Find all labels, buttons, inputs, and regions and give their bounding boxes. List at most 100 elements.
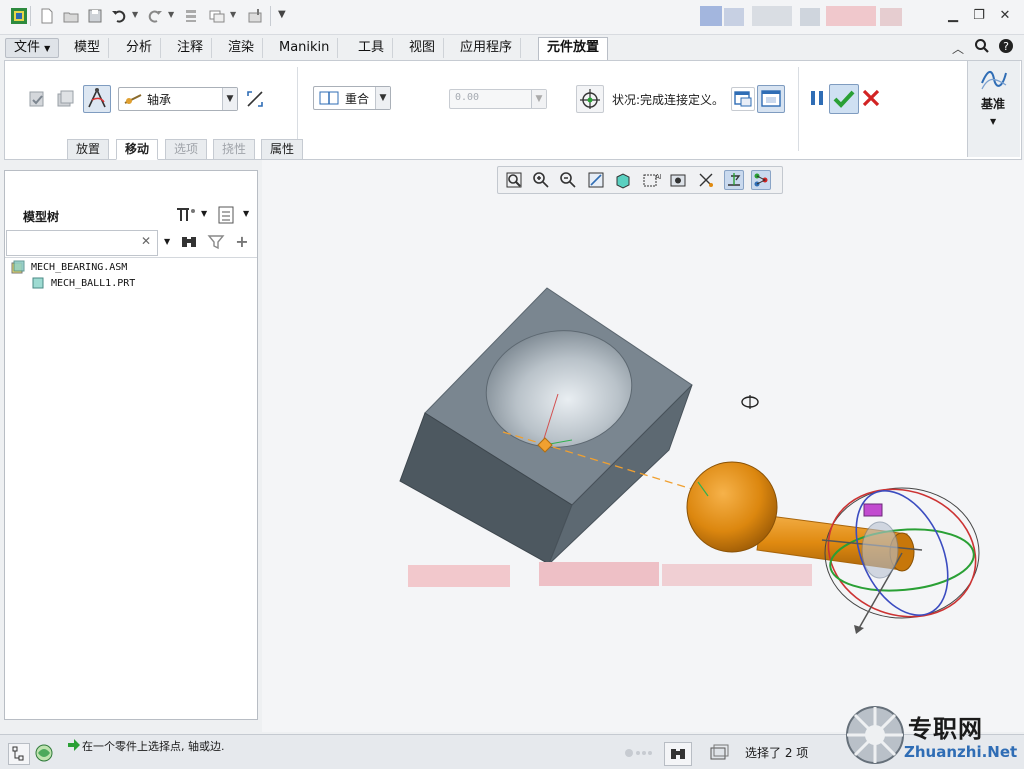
datum-group[interactable]: 基准 ▼ [967,61,1020,157]
tab-tools[interactable]: 工具 [350,38,394,58]
display-style-icon[interactable] [613,170,633,190]
bearing-icon [124,94,142,104]
help-icon[interactable]: ? [998,38,1014,54]
bearing-block[interactable] [399,287,693,565]
windows-icon[interactable] [208,7,226,25]
saved-orientations-icon[interactable]: AB [641,170,665,190]
zoom-in-icon[interactable] [531,170,551,190]
add-icon[interactable]: + [233,233,251,251]
title-blur [700,6,722,26]
show-options-icon[interactable] [215,205,237,225]
collapse-ribbon-icon[interactable]: ︿ [952,40,964,57]
close-window-icon[interactable] [246,7,264,25]
close-icon [862,89,880,107]
undo-icon[interactable] [110,7,128,25]
graphics-window[interactable] [262,160,1024,732]
binoculars-icon [671,749,685,759]
divider [30,6,31,26]
chevron-down-icon[interactable]: ▼ [222,88,237,110]
save-icon[interactable] [86,7,104,25]
windows-dropdown-icon[interactable]: ▼ [230,10,236,19]
coincident-icon [319,91,339,105]
tab-manikin[interactable]: Manikin [271,38,339,58]
browser-toggle-icon[interactable] [34,743,54,763]
tab-file[interactable]: 文件 ▼ [5,38,60,58]
subtab-move[interactable]: 移动 [116,139,159,160]
clear-search-icon[interactable]: ✕ [141,234,151,248]
view-manager-icon[interactable] [668,170,688,190]
tab-annotate[interactable]: 注释 [169,38,213,58]
refit-icon[interactable] [504,170,524,190]
minimize-icon[interactable]: ▁ [944,8,962,24]
status-message: 在一个零件上选择点, 轴或边. [82,740,225,753]
undo-dropdown-icon[interactable]: ▼ [132,10,138,19]
find-button[interactable] [664,742,692,766]
constraint-type-dropdown[interactable]: 重合 ▼ [313,86,391,110]
svg-text:?: ? [1003,40,1009,53]
chevron-down-icon[interactable]: ▼ [243,209,249,218]
tab-applications[interactable]: 应用程序 [452,38,522,58]
svg-text:AB: AB [655,173,661,181]
restore-icon[interactable]: ❐ [970,8,988,24]
subtab-placement[interactable]: 放置 [67,139,110,160]
rigid-icon[interactable] [53,87,77,111]
tab-analysis[interactable]: 分析 [118,38,162,58]
selection-filter-icon[interactable] [702,742,736,764]
ribbon-tab-row: 文件 ▼ 模型 分析 注释 渲染 Manikin 工具 视图 应用程序 元件放置… [0,36,1024,61]
watermark-text-cn: 专职网 [908,715,983,743]
title-bar: ▼ ▼ ▼ ▼ ▁ ❐ ✕ [0,0,1024,35]
tree-item-assembly[interactable]: MECH_BEARING.ASM [11,260,211,276]
placement-status-icon[interactable] [576,85,604,113]
repaint-icon[interactable] [586,170,606,190]
redo-icon[interactable] [146,7,164,25]
title-blur [826,6,876,26]
search-input[interactable]: ✕ [6,230,158,256]
connection-type-dropdown[interactable]: 轴承 ▼ [118,87,238,111]
cancel-button[interactable] [860,87,882,109]
chevron-down-icon[interactable]: ▼ [375,87,390,109]
close-icon[interactable]: ✕ [996,8,1014,24]
constraint-type-value: 重合 [345,92,370,106]
flip-direction-icon[interactable] [243,87,267,111]
pause-icon[interactable] [806,87,828,109]
user-defined-icon[interactable] [25,87,49,111]
tab-component-placement[interactable]: 元件放置 [538,37,609,61]
open-folder-icon[interactable] [62,7,80,25]
part-icon [32,277,44,289]
annotation-display-icon[interactable] [751,170,771,190]
subtab-flexibility[interactable]: 挠性 [213,139,256,160]
tree-item-part[interactable]: MECH_BALL1.PRT [31,276,231,292]
tab-model[interactable]: 模型 [66,38,110,58]
separate-window-icon[interactable] [731,87,755,111]
new-file-icon[interactable] [38,7,56,25]
tab-render[interactable]: 渲染 [220,38,264,58]
subtab-options[interactable]: 选项 [165,139,208,160]
search-icon[interactable] [974,38,990,54]
datum-display-icon[interactable] [696,170,716,190]
filter-icon[interactable] [207,233,225,251]
customize-qat-icon[interactable]: ▼ [278,9,286,20]
main-window-icon[interactable] [757,85,785,113]
zoom-out-icon[interactable] [558,170,578,190]
blur-artifact [408,565,510,587]
app-logo-icon[interactable] [10,7,28,25]
redo-dropdown-icon[interactable]: ▼ [168,10,174,19]
spin-center-icon[interactable] [724,170,744,190]
find-icon[interactable] [179,233,199,251]
chevron-down-icon[interactable]: ▼ [990,117,996,126]
offset-input[interactable]: 0.00 ▼ [449,89,547,109]
subtab-properties[interactable]: 属性 [261,139,304,160]
regenerate-icon[interactable] [182,7,200,25]
confirm-button[interactable] [829,84,859,114]
navigator-toggle-icon[interactable] [8,743,30,765]
chevron-down-icon[interactable]: ▼ [164,237,170,246]
tree-settings-icon[interactable] [173,205,197,225]
connection-toggle-icon[interactable] [83,85,111,113]
divider [270,6,271,26]
tab-view[interactable]: 视图 [401,38,445,58]
status-text: 状况:完成连接定义。 [612,93,725,107]
chevron-down-icon[interactable]: ▼ [531,90,546,108]
datum-label: 基准 [981,97,1006,111]
assembly-3d-view [399,287,980,634]
chevron-down-icon[interactable]: ▼ [201,209,207,218]
